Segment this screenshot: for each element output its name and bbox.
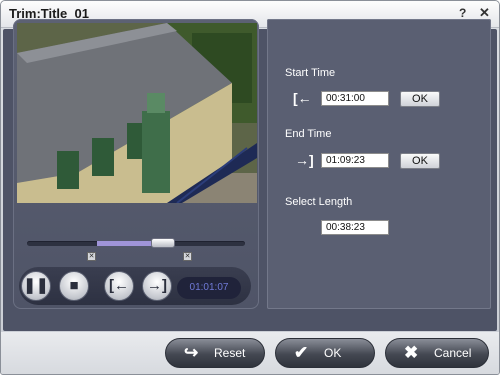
- set-end-icon: →]: [147, 277, 167, 294]
- pause-button[interactable]: ❚❚: [21, 271, 51, 301]
- video-preview: [17, 23, 257, 203]
- start-time-label: Start Time: [285, 67, 336, 79]
- end-time-label: End Time: [285, 128, 332, 140]
- cancel-label: Cancel: [434, 346, 472, 360]
- ok-button[interactable]: ✔ OK: [275, 338, 375, 368]
- reset-arrow-icon: ↪: [184, 343, 199, 362]
- set-end-button[interactable]: →]: [142, 271, 172, 301]
- reset-label: Reset: [214, 346, 246, 360]
- ok-label: OK: [324, 346, 342, 360]
- select-length-label: Select Length: [285, 196, 353, 208]
- selection-range: [97, 241, 157, 246]
- end-marker-icon[interactable]: ✕: [183, 252, 192, 261]
- end-ok-button[interactable]: OK: [400, 153, 440, 169]
- stop-icon: ■: [69, 277, 79, 294]
- cancel-x-icon: ✖: [404, 343, 419, 362]
- set-start-button[interactable]: [←: [104, 271, 134, 301]
- current-time-display: 01:01:07: [177, 277, 241, 299]
- trim-dialog: Trim:Title_01 ? ✕ ✕ ✕ ❚❚ ■ [← →] 01:01:0…: [0, 0, 500, 375]
- select-length-field: 00:38:23: [321, 220, 389, 235]
- end-time-field[interactable]: 01:09:23: [321, 153, 389, 168]
- checkmark-icon: ✔: [294, 343, 309, 362]
- stop-button[interactable]: ■: [59, 271, 89, 301]
- help-icon[interactable]: ?: [459, 6, 466, 20]
- reset-button[interactable]: ↪ Reset: [165, 338, 265, 368]
- video-frame-image: [17, 23, 257, 203]
- timeline-thumb[interactable]: [151, 238, 175, 248]
- start-time-field[interactable]: 00:31:00: [321, 91, 389, 106]
- set-start-icon: [←: [109, 277, 129, 294]
- start-ok-button[interactable]: OK: [400, 91, 440, 107]
- end-time-icon: →]: [295, 152, 314, 168]
- start-marker-icon[interactable]: ✕: [87, 252, 96, 261]
- start-time-icon: [←: [293, 90, 312, 106]
- cancel-button[interactable]: ✖ Cancel: [385, 338, 489, 368]
- pause-icon: ❚❚: [23, 277, 49, 294]
